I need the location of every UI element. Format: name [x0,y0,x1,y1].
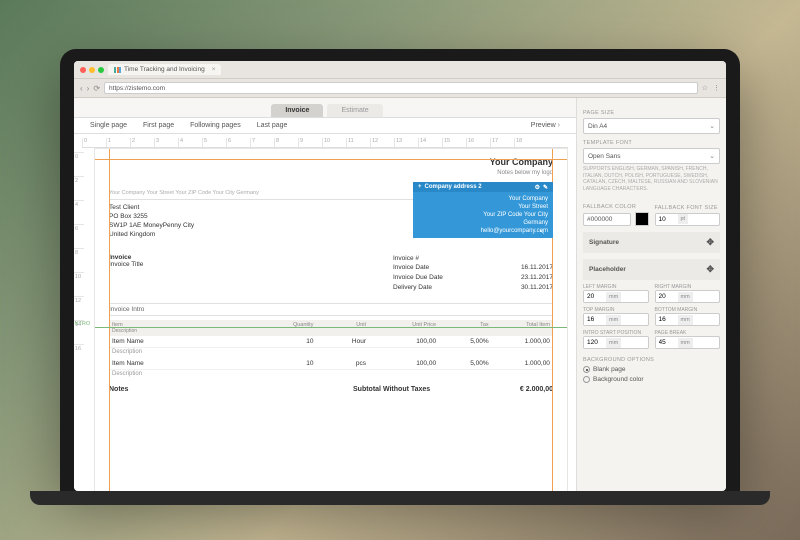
guide-left-margin[interactable] [109,149,110,491]
browser-tab-bar: Time Tracking and Invoicing × [74,61,726,79]
placeholder-block[interactable]: Placeholder✥ [583,259,720,280]
favicon-icon [114,67,121,73]
tab-last-page[interactable]: Last page [249,118,296,133]
item-description: Description [109,348,553,358]
ruler-vertical: 0246810121416 [74,152,84,368]
invoice-meta-row: Invoice Due Date23.11.2017 [393,273,553,283]
address-line: Your Company [418,195,548,203]
window-controls[interactable] [80,67,104,73]
invoice-intro[interactable]: Invoice Intro [109,303,553,316]
address-block-title: Company address 2 [425,184,482,190]
margin-break-input[interactable]: mm [655,336,721,349]
tab-close-icon[interactable]: × [212,66,216,73]
browser-tab[interactable]: Time Tracking and Invoicing × [108,64,221,75]
tab-single-page[interactable]: Single page [82,118,135,133]
tab-title: Time Tracking and Invoicing [124,66,205,73]
template-font-label: TEMPLATE FONT [583,140,720,146]
invoice-meta-row: Invoice # [393,254,553,264]
table-row[interactable]: Item Name10pcs100,005,00%1.000,00 [109,358,553,370]
subtotal-value: € 2.000,00 [520,386,553,393]
page-size-select[interactable]: Din A4⌄ [583,118,720,134]
page-size-label: PAGE SIZE [583,110,720,116]
invoice-label: Invoice [109,254,393,261]
invoice-meta-row: Delivery Date30.11.2017 [393,283,553,293]
menu-icon[interactable]: ⋮ [713,84,720,92]
editor-canvas[interactable]: 0123456789101112131415161718 02468101214… [74,134,576,491]
tab-following-pages[interactable]: Following pages [182,118,249,133]
ruler-horizontal: 0123456789101112131415161718 [82,138,568,148]
edit-icon[interactable]: ✎ [543,184,548,191]
invoice-dates-block[interactable]: Invoice #Invoice Date16.11.2017Invoice D… [393,254,553,293]
chevron-right-icon: › [558,122,560,129]
tab-invoice[interactable]: Invoice [271,104,323,117]
star-icon[interactable]: ☆ [702,84,708,92]
company-subtitle[interactable]: Notes below my logo [109,170,553,176]
url-input[interactable]: https://zistemo.com [104,82,698,94]
minimize-icon[interactable] [89,67,95,73]
radio-icon [583,376,590,383]
address-line: Your Street [418,203,548,211]
chevron-down-icon: ⌄ [709,152,715,160]
margin-left-input[interactable]: mm [583,290,649,303]
invoice-meta-row: Invoice Date16.11.2017 [393,263,553,273]
background-options-label: BACKGROUND OPTIONS [583,357,720,363]
fallback-color-label: FALLBACK COLOR [583,204,649,210]
bg-color-option[interactable]: Background color [583,376,720,383]
page-scope-tabs: Single page First page Following pages L… [74,118,576,134]
close-icon[interactable] [80,67,86,73]
forward-icon[interactable]: › [87,84,90,93]
margin-label: INTRO START POSITION [583,330,649,336]
margin-right-input[interactable]: mm [655,290,721,303]
maximize-icon[interactable] [98,67,104,73]
properties-sidebar: PAGE SIZE Din A4⌄ TEMPLATE FONT Open San… [576,98,726,491]
fallback-color-input[interactable]: #000000 [583,213,631,226]
company-address-block[interactable]: + Company address 2 ⚙ ✎ Your CompanyYour… [413,182,553,238]
item-description: Description [109,370,553,380]
margin-top-input[interactable]: mm [583,313,649,326]
template-font-select[interactable]: Open Sans⌄ [583,148,720,164]
move-icon[interactable]: ✥ [706,264,714,275]
tab-first-page[interactable]: First page [135,118,182,133]
reload-icon[interactable]: ⟳ [93,84,100,93]
table-row[interactable]: Item Name10Hour100,005,00%1.000,00 [109,336,553,348]
invoice-page[interactable]: INTRO Your Company Notes below my logo +… [94,148,568,491]
tab-estimate[interactable]: Estimate [327,104,382,117]
preview-button[interactable]: Preview › [523,118,568,133]
bg-blank-option[interactable]: Blank page [583,366,720,373]
margin-intro-input[interactable]: mm [583,336,649,349]
fallback-size-label: FALLBACK FONT SIZE [655,205,721,211]
move-icon[interactable]: ✥ [706,237,714,248]
margin-bottom-input[interactable]: mm [655,313,721,326]
font-support-note: SUPPORTS ENGLISH, GERMAN, SPANISH, FRENC… [583,166,720,192]
radio-icon [583,366,590,373]
address-line: hello@yourcompany.com [418,227,548,235]
signature-block[interactable]: Signature✥ [583,232,720,253]
guide-intro-position[interactable] [95,327,567,328]
cursor-icon: ↖ [539,228,545,236]
guide-intro-label: INTRO [74,321,90,327]
invoice-title-block[interactable]: Invoice Invoice Title [109,254,393,293]
address-line: Your ZIP Code Your City [418,211,548,219]
back-icon[interactable]: ‹ [80,84,83,93]
browser-url-bar: ‹ › ⟳ https://zistemo.com ☆ ⋮ [74,79,726,98]
address-line: Germany [418,219,548,227]
guide-top-margin[interactable] [95,159,567,160]
chevron-down-icon: ⌄ [709,122,715,130]
notes-label: Notes [109,386,353,393]
subtotal-label: Subtotal Without Taxes [353,386,430,393]
settings-icon[interactable]: ⚙ [535,184,540,191]
invoice-title: Invoice Title [109,261,393,268]
color-swatch[interactable] [635,212,649,226]
document-type-tabs: Invoice Estimate [74,98,576,118]
fallback-size-input[interactable]: pt [655,213,721,226]
plus-icon[interactable]: + [418,184,422,190]
